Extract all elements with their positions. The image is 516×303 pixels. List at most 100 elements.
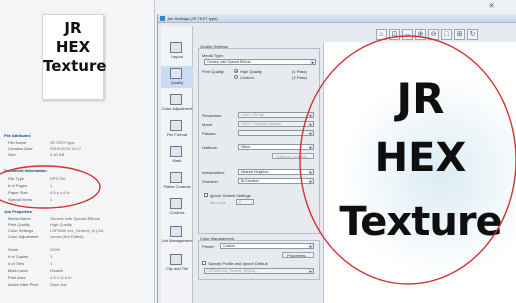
- home-icon[interactable]: ⌂: [376, 28, 387, 40]
- ink-limit-field[interactable]: 0: [236, 199, 254, 205]
- info-key: Media Name: [8, 216, 31, 221]
- info-value: 4.5 x 4.4 in: [50, 190, 70, 195]
- sidebar-item-label: Controls: [169, 210, 185, 215]
- info-key: Color Adjustment: [8, 234, 39, 239]
- info-row: Size 3.40 KB: [8, 152, 153, 157]
- info-row: Creation Date 2019/12/16 15:17: [8, 146, 153, 151]
- fit-page-icon[interactable]: ⊡: [389, 28, 400, 40]
- profile-value: LSF3000 xxx_Generic_JR(GA)...: [207, 269, 259, 273]
- info-key: Color Settings: [8, 228, 34, 233]
- close-icon[interactable]: ✕: [487, 3, 496, 11]
- sidebar-item-label: File Format: [166, 132, 188, 137]
- zoom-in-icon[interactable]: ⊕: [415, 28, 426, 40]
- info-key: # of Pages: [8, 183, 28, 188]
- info-row: Media Name Generic with Special Effects: [8, 216, 153, 221]
- thumbnail-preview: JR HEX Texture: [42, 14, 107, 100]
- properties-button[interactable]: Properties...: [282, 252, 314, 258]
- quality-settings-pane: Quality Settings Media Type: Generic wit…: [196, 42, 322, 303]
- info-value: High Quality: [50, 222, 72, 227]
- quality-icon: [170, 68, 182, 79]
- media-type-label: Media Type:: [202, 53, 224, 58]
- info-value: 4.5 x 11.5 in: [50, 275, 72, 280]
- info-value: LSF3000 xxx_Generic_el (GA...: [50, 228, 107, 233]
- preview-line3: Texture: [339, 199, 502, 245]
- refresh-icon[interactable]: ↻: [467, 28, 478, 40]
- sidebar-item-layout[interactable]: Layout: [161, 40, 193, 62]
- chevron-down-icon: ▾: [310, 60, 315, 65]
- interpolation-select[interactable]: Nearest Neighbor ▾: [238, 169, 314, 175]
- job-management-icon: [170, 226, 182, 237]
- fit-width-icon[interactable]: ↔: [402, 28, 413, 40]
- media-type-select[interactable]: Generic with Special Effects ▾: [204, 59, 316, 65]
- info-key: File Name: [8, 140, 27, 145]
- preset-value: Custom: [223, 244, 236, 248]
- info-value: Disable: [50, 268, 64, 273]
- job-properties-title: Job Properties: [4, 209, 33, 214]
- sidebar-item-clip-and-tile[interactable]: Clip and Tile: [161, 252, 193, 274]
- info-value: JR TEST type: [50, 140, 75, 145]
- info-key: # of Copies: [8, 254, 29, 259]
- chevron-down-icon: ▾: [308, 269, 313, 274]
- info-key: Size: [8, 152, 16, 157]
- high-quality-radio[interactable]: [234, 69, 238, 73]
- sidebar-item-file-format[interactable]: File Format: [161, 118, 193, 140]
- document-information-title: Document Information: [4, 168, 47, 173]
- screenshot-root: { "left_panel": { "thumbnail": { "line1"…: [0, 0, 516, 303]
- info-value: 3.40 KB: [50, 152, 65, 157]
- info-key: Print Area: [8, 275, 26, 280]
- mode-label: Mode:: [202, 122, 214, 127]
- info-row: Action After Print Save Job: [8, 282, 153, 287]
- halftone-label: Halftone:: [202, 145, 219, 150]
- mode-select[interactable]: CMYK + Medium Variable ▾: [238, 121, 314, 127]
- info-value: Generic with Special Effects: [50, 216, 100, 221]
- sidebar-item-plates-controls[interactable]: Plates Controls: [161, 170, 193, 192]
- profile-select[interactable]: LSF3000 xxx_Generic_JR(GA)... ▾: [204, 268, 314, 274]
- specify-profile-checkbox[interactable]: [202, 261, 206, 265]
- info-key: Creation Date: [8, 146, 33, 151]
- sidebar-item-job-management[interactable]: Job Management: [161, 224, 193, 246]
- custom-radio[interactable]: [234, 75, 238, 79]
- sidebar-item-quality[interactable]: Quality: [161, 66, 193, 88]
- thumbnail-line1: JR: [64, 19, 82, 37]
- print-preview[interactable]: JR HEX Texture: [323, 42, 516, 303]
- dialog-title-bar[interactable]: Job Settings (JR TEST type): [158, 14, 516, 23]
- info-row: # of Copies 1: [8, 254, 153, 259]
- info-row: Color Settings LSF3000 xxx_Generic_el (GA…: [8, 228, 153, 233]
- chevron-down-icon: ▾: [308, 113, 313, 118]
- direction-select[interactable]: Bi-Direction ▾: [238, 178, 314, 184]
- halftone-options-button[interactable]: Halftone Options...: [272, 153, 314, 159]
- sidebar-item-label: Plates Controls: [163, 184, 191, 189]
- info-row: Print Area 4.5 x 11.5 in: [8, 275, 153, 280]
- media-type-value: Generic with Special Effects: [207, 60, 251, 64]
- ink-limit-label: Ink Limit:: [210, 200, 227, 205]
- file-attributes-title: File Attributes: [4, 133, 31, 138]
- info-key: File Type: [8, 176, 25, 181]
- info-value: 1: [50, 197, 53, 202]
- sidebar-item-controls[interactable]: Controls: [161, 196, 193, 218]
- info-value: 1: [50, 254, 53, 259]
- sidebar-item-color-adjustment[interactable]: Color Adjustment: [161, 92, 193, 114]
- info-row: Color Adjustment Linear (Not Edited): [8, 234, 153, 239]
- grid-icon[interactable]: ⊞: [454, 28, 465, 40]
- sidebar-item-mark[interactable]: Mark: [161, 144, 193, 166]
- info-value: 1: [50, 261, 53, 266]
- high-quality-pass: (1 Pass): [292, 69, 307, 74]
- info-value: 2019/12/16 15:17: [50, 146, 82, 151]
- sidebar-item-label: Mark: [172, 158, 182, 163]
- interpolation-value: Nearest Neighbor: [241, 170, 269, 174]
- sidebar-item-label: Job Management: [161, 238, 193, 243]
- passes-select[interactable]: ▾: [238, 130, 314, 136]
- chevron-down-icon: ▾: [308, 244, 313, 249]
- zoom-out-icon[interactable]: ⊖: [428, 28, 439, 40]
- info-key: Print Quality: [8, 222, 30, 227]
- sidebar-item-label: Color Adjustment: [161, 106, 193, 111]
- halftone-select[interactable]: Dither ▾: [238, 144, 314, 150]
- resolution-select[interactable]: 1440 x 720 dpi ▾: [238, 112, 314, 118]
- preview-toolbar: ⌂ ⊡ ↔ ⊕ ⊖ □ ⊞ ↻: [376, 28, 511, 40]
- file-info-panel: JR HEX Texture File Attributes File Name…: [0, 0, 155, 303]
- preset-select[interactable]: Custom ▾: [220, 243, 314, 249]
- resolution-label: Resolution:: [202, 113, 223, 118]
- ignore-default-checkbox[interactable]: [204, 193, 208, 197]
- frame-icon[interactable]: □: [441, 28, 452, 40]
- direction-value: Bi-Direction: [241, 179, 260, 183]
